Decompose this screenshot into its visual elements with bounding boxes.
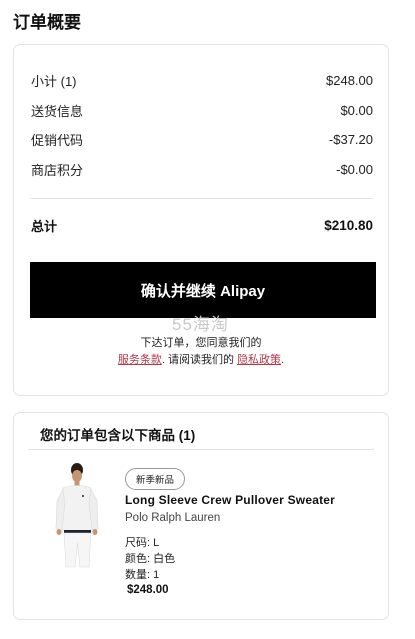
- promo-row: 促销代码 -$37.20: [31, 130, 373, 149]
- order-summary-card: 小计 (1) $248.00 送货信息 $0.00 促销代码 -$37.20 商…: [13, 44, 389, 396]
- product-name[interactable]: Long Sleeve Crew Pullover Sweater: [125, 493, 335, 507]
- shipping-label: 送货信息: [31, 104, 84, 119]
- new-season-badge: 新季新品: [125, 468, 186, 490]
- shipping-value: $0.00: [340, 103, 373, 118]
- summary-divider: [31, 198, 373, 199]
- total-value: $210.80: [324, 218, 373, 233]
- product-quantity: 数量: 1: [125, 569, 160, 581]
- product-color: 颜色: 白色: [125, 553, 176, 565]
- product-size: 尺码: L: [125, 537, 160, 549]
- items-divider: [28, 449, 374, 450]
- subtotal-value: $248.00: [326, 73, 373, 88]
- subtotal-label: 小计 (1): [31, 74, 77, 89]
- terms-of-service-link[interactable]: 服务条款: [118, 354, 162, 366]
- privacy-policy-link[interactable]: 隐私政策: [237, 354, 281, 366]
- total-label: 总计: [31, 219, 58, 234]
- store-credit-row: 商店积分 -$0.00: [31, 160, 373, 179]
- product-brand: Polo Ralph Lauren: [125, 512, 221, 524]
- legal-line-1: 下达订单，您同意我们的: [140, 337, 262, 349]
- order-items-title: 您的订单包含以下商品 (1): [40, 428, 196, 443]
- subtotal-row: 小计 (1) $248.00: [31, 71, 373, 90]
- promo-value: -$37.20: [328, 132, 373, 147]
- order-items-card: 您的订单包含以下商品 (1) 新季新品 Long Sleeve Crew Pul…: [13, 412, 389, 620]
- store-credit-value: -$0.00: [336, 162, 373, 177]
- total-row: 总计 $210.80: [31, 216, 373, 235]
- legal-line-2: 服务条款. 请阅读我们的 隐私政策.: [14, 351, 388, 367]
- shipping-row: 送货信息 $0.00: [31, 101, 373, 120]
- store-credit-label: 商店积分: [31, 163, 84, 178]
- legal-middle-text: . 请阅读我们的: [161, 354, 234, 366]
- order-summary-title: 订单概要: [13, 13, 81, 32]
- watermark: 55海淘: [172, 315, 229, 334]
- legal-end-text: .: [281, 354, 285, 366]
- product-price: $248.00: [127, 584, 169, 596]
- product-image[interactable]: [48, 461, 106, 571]
- promo-label: 促销代码: [31, 133, 84, 148]
